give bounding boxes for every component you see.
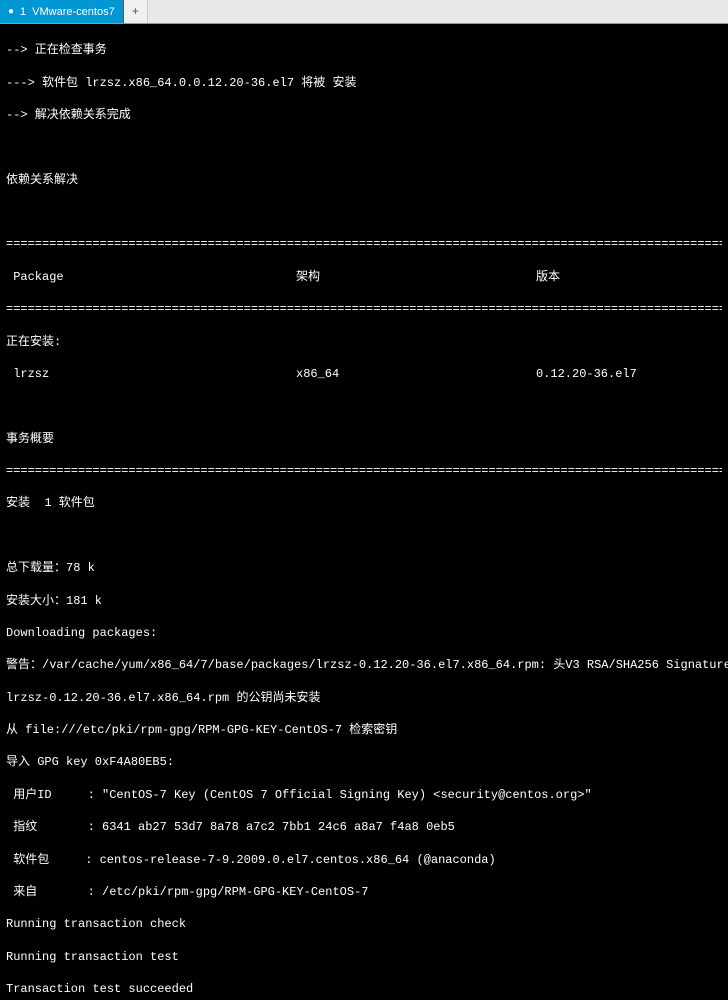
output-line: --> 解决依赖关系完成 xyxy=(6,107,722,123)
col-package: Package xyxy=(6,269,296,285)
output-line: 正在安装: xyxy=(6,334,722,350)
output-line: --> 正在检查事务 xyxy=(6,42,722,58)
divider: ========================================… xyxy=(6,301,722,317)
output-line: 事务概要 xyxy=(6,431,722,447)
cell-package: lrzsz xyxy=(6,366,296,382)
output-line: 警告：/var/cache/yum/x86_64/7/base/packages… xyxy=(6,657,722,673)
output-line: 总下载量：78 k xyxy=(6,560,722,576)
output-line: 安装大小：181 k xyxy=(6,593,722,609)
output-line xyxy=(6,528,722,544)
output-line: 安装 1 软件包 xyxy=(6,495,722,511)
output-line: 来自 : /etc/pki/rpm-gpg/RPM-GPG-KEY-CentOS… xyxy=(6,884,722,900)
output-line: 依赖关系解决 xyxy=(6,172,722,188)
terminal-tab[interactable]: ● 1 VMware-centos7 xyxy=(0,0,124,23)
divider: ========================================… xyxy=(6,463,722,479)
output-line: 导入 GPG key 0xF4A80EB5: xyxy=(6,754,722,770)
tab-title: VMware-centos7 xyxy=(32,6,115,18)
table-header: Package 架构 版本 xyxy=(6,269,722,285)
output-line: Running transaction check xyxy=(6,916,722,932)
cell-version: 0.12.20-36.el7 xyxy=(536,366,722,382)
output-line: Running transaction test xyxy=(6,949,722,965)
divider: ========================================… xyxy=(6,236,722,252)
output-line: 从 file:///etc/pki/rpm-gpg/RPM-GPG-KEY-Ce… xyxy=(6,722,722,738)
output-line: Downloading packages: xyxy=(6,625,722,641)
tab-bar: ● 1 VMware-centos7 + xyxy=(0,0,728,24)
plus-icon: + xyxy=(132,5,139,19)
col-arch: 架构 xyxy=(296,269,536,285)
col-version: 版本 xyxy=(536,269,722,285)
output-line xyxy=(6,398,722,414)
output-line: lrzsz-0.12.20-36.el7.x86_64.rpm 的公钥尚未安装 xyxy=(6,690,722,706)
table-row: lrzsz x86_64 0.12.20-36.el7 xyxy=(6,366,722,382)
terminal-output[interactable]: --> 正在检查事务 ---> 软件包 lrzsz.x86_64.0.0.12.… xyxy=(0,24,728,1000)
output-line: 软件包 : centos-release-7-9.2009.0.el7.cent… xyxy=(6,852,722,868)
tab-status-dot: ● xyxy=(8,6,14,17)
output-line: 指纹 : 6341 ab27 53d7 8a78 a7c2 7bb1 24c6 … xyxy=(6,819,722,835)
output-line: 用户ID : "CentOS-7 Key (CentOS 7 Official … xyxy=(6,787,722,803)
new-tab-button[interactable]: + xyxy=(124,0,148,23)
cell-arch: x86_64 xyxy=(296,366,536,382)
output-line: ---> 软件包 lrzsz.x86_64.0.0.12.20-36.el7 将… xyxy=(6,75,722,91)
output-line xyxy=(6,139,722,155)
output-line: Transaction test succeeded xyxy=(6,981,722,997)
output-line xyxy=(6,204,722,220)
tab-index: 1 xyxy=(20,6,26,18)
